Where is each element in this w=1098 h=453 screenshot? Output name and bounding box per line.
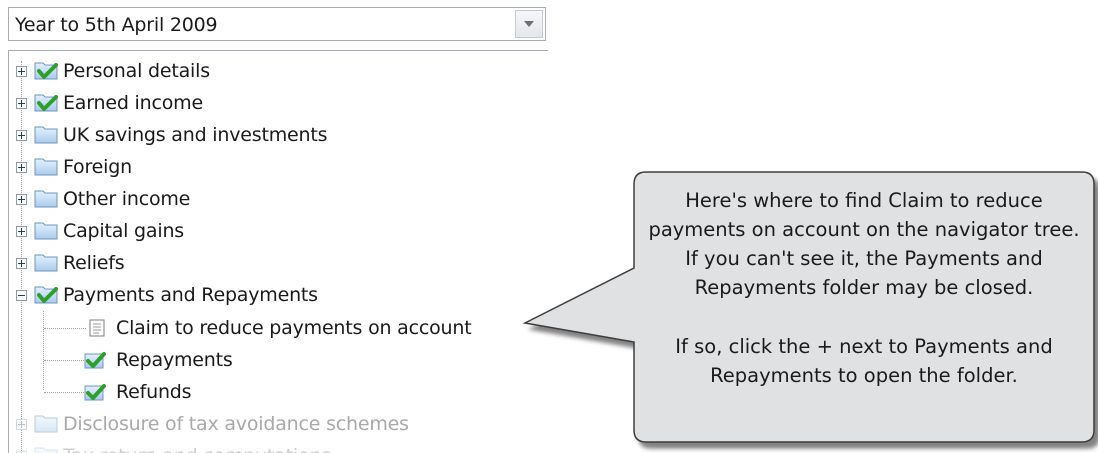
tree-item-label: Repayments (116, 349, 233, 371)
folder-icon (34, 158, 58, 176)
tree-item-disclosure-tax-avoidance[interactable]: Disclosure of tax avoidance schemes (9, 409, 539, 439)
collapse-minus-icon[interactable] (16, 290, 27, 301)
folder-icon (34, 126, 58, 144)
tree-item-label: UK savings and investments (63, 124, 328, 146)
chevron-down-icon (524, 21, 534, 27)
tree-branch-line (44, 360, 84, 362)
navigator-tree: Personal details Earned income UK saving… (8, 50, 548, 453)
tree-branch-line (44, 392, 84, 394)
tree-branch-line (44, 328, 86, 330)
tree-item-other-income[interactable]: Other income (9, 184, 539, 214)
tree-item-label: Personal details (63, 60, 210, 82)
year-select-value: Year to 5th April 2009 (15, 14, 218, 36)
tree-item-label: Reliefs (63, 252, 125, 274)
document-icon (89, 319, 105, 337)
tree-item-label: Disclosure of tax avoidance schemes (63, 413, 409, 435)
expand-plus-icon[interactable] (16, 162, 27, 173)
dropdown-button[interactable] (515, 10, 543, 38)
expand-plus-icon[interactable] (16, 194, 27, 205)
checked-page-icon (84, 384, 106, 401)
callout-paragraph-1: Here's where to find Claim to reduce pay… (648, 189, 1080, 299)
expand-plus-icon[interactable] (16, 130, 27, 141)
checked-page-icon (84, 352, 106, 369)
tree-item-claim-to-reduce[interactable]: Claim to reduce payments on account (9, 313, 539, 343)
tree-item-payments-and-repayments[interactable]: Payments and Repayments (9, 280, 539, 310)
tree-item-label: Payments and Repayments (63, 284, 318, 306)
tree-item-label: Other income (63, 188, 191, 210)
tree-item-uk-savings[interactable]: UK savings and investments (9, 120, 539, 150)
tree-item-reliefs[interactable]: Reliefs (9, 248, 539, 278)
expand-plus-icon[interactable] (16, 258, 27, 269)
year-select[interactable]: Year to 5th April 2009 (8, 7, 546, 41)
expand-plus-icon[interactable] (16, 98, 27, 109)
folder-icon (34, 190, 58, 208)
tree-item-label: Capital gains (63, 220, 184, 242)
callout-text: Here's where to find Claim to reduce pay… (640, 186, 1088, 390)
tree-item-earned-income[interactable]: Earned income (9, 88, 539, 118)
tree-item-foreign[interactable]: Foreign (9, 152, 539, 182)
tree-item-label: Foreign (63, 156, 132, 178)
tree-item-label: Refunds (116, 381, 192, 403)
tree-item-tax-return-computations[interactable]: Tax return and computations (9, 441, 539, 453)
tree-item-repayments[interactable]: Repayments (9, 345, 539, 375)
tree-item-label: Tax return and computations (63, 445, 331, 453)
folder-checked-icon (34, 286, 58, 304)
expand-plus-icon[interactable] (16, 226, 27, 237)
tree-item-label: Claim to reduce payments on account (116, 317, 472, 339)
expand-plus-icon[interactable] (16, 419, 27, 430)
folder-icon (34, 415, 58, 433)
tree-item-refunds[interactable]: Refunds (9, 377, 539, 407)
tree-item-capital-gains[interactable]: Capital gains (9, 216, 539, 246)
folder-icon (34, 254, 58, 272)
folder-icon (34, 222, 58, 240)
folder-icon (34, 447, 58, 453)
folder-checked-icon (34, 94, 58, 112)
tree-item-label: Earned income (63, 92, 203, 114)
folder-checked-icon (34, 62, 58, 80)
tree-item-personal-details[interactable]: Personal details (9, 56, 539, 86)
expand-plus-icon[interactable] (16, 66, 27, 77)
callout-paragraph-2: If so, click the + next to Payments and … (675, 335, 1053, 387)
